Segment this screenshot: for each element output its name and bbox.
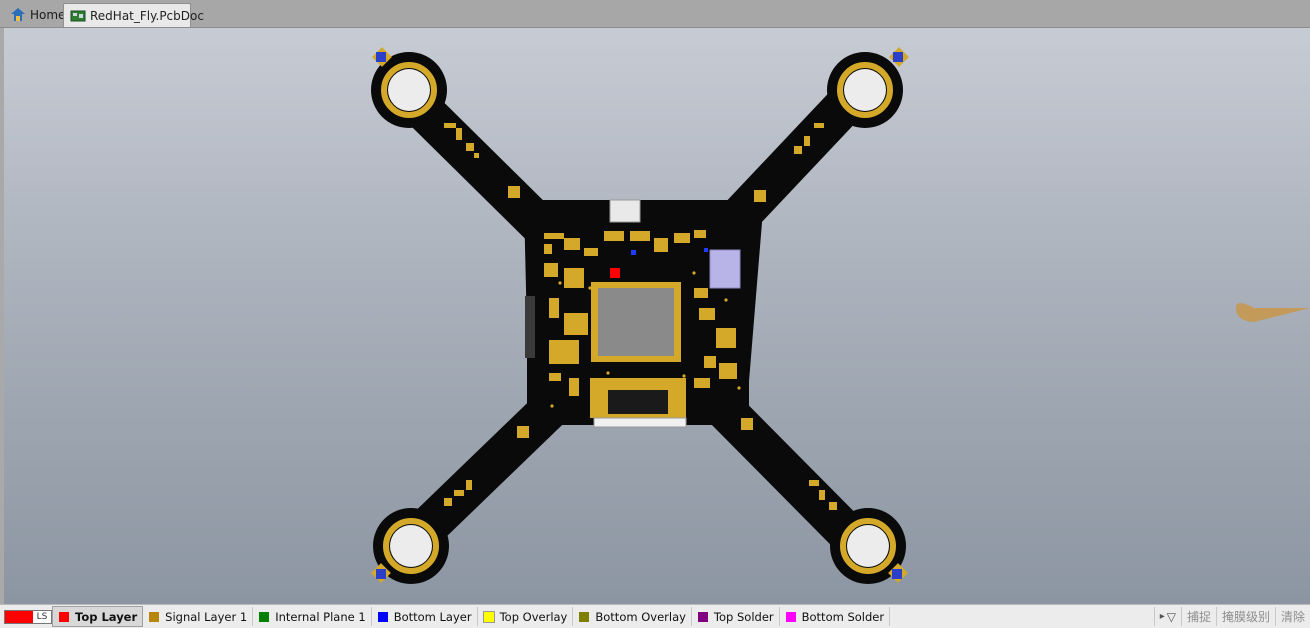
current-layer-code: LS <box>36 611 48 622</box>
layer-color-icon <box>149 611 160 622</box>
layer-scroll-filter-button[interactable]: ▸ ▽ <box>1153 607 1181 626</box>
layer-color-icon <box>259 611 270 622</box>
layer-tab-bottom-overlay[interactable]: Bottom Overlay <box>573 607 692 626</box>
layer-color-icon <box>697 611 708 622</box>
battery-connector <box>709 249 741 289</box>
layer-tab-top-overlay[interactable]: Top Overlay <box>478 607 574 626</box>
layer-label: Bottom Solder <box>801 609 885 624</box>
pcb-editor-canvas[interactable] <box>4 28 1310 604</box>
layer-tab-signal-layer-1[interactable]: Signal Layer 1 <box>143 607 254 626</box>
side-connector <box>525 296 535 358</box>
layer-label: Bottom Layer <box>393 609 472 624</box>
layer-color-icon <box>579 611 590 622</box>
document-tab-bar: Home RedHat_Fly.PcbDoc <box>0 0 1310 28</box>
layer-label: Internal Plane 1 <box>275 609 366 624</box>
layer-tab-internal-plane-1[interactable]: Internal Plane 1 <box>253 607 372 626</box>
current-layer-swatch <box>5 610 33 623</box>
pcb-document-icon <box>70 8 86 24</box>
current-layer-indicator[interactable]: LS <box>4 609 52 624</box>
layer-tab-top-layer[interactable]: Top Layer <box>52 606 144 627</box>
bottom-connector <box>590 378 687 428</box>
layer-bar-controls: ▸ ▽ 捕捉 掩膜级别 清除 <box>1153 605 1310 628</box>
filter-icon: ▽ <box>1166 609 1176 624</box>
tab-pcb-document[interactable]: RedHat_Fly.PcbDoc <box>63 3 204 27</box>
usb-connector <box>609 199 641 223</box>
mcu-chip <box>591 282 681 362</box>
layer-label: Top Solder <box>713 609 774 624</box>
layer-color-icon <box>377 611 388 622</box>
layer-label: Signal Layer 1 <box>165 609 248 624</box>
layer-color-icon <box>785 611 796 622</box>
pcb-board-view <box>371 47 1310 584</box>
layer-tab-bottom-solder[interactable]: Bottom Solder <box>780 607 891 626</box>
scroll-arrows-icon: ▸ <box>1159 611 1165 622</box>
snap-button[interactable]: 捕捉 <box>1180 607 1216 626</box>
layer-label: Top Overlay <box>499 609 568 624</box>
layer-tab-top-solder[interactable]: Top Solder <box>692 607 780 626</box>
layer-label: Bottom Overlay <box>595 609 686 624</box>
layer-tab-bar: LS Top Layer Signal Layer 1 Internal Pla… <box>0 604 1310 628</box>
home-icon <box>10 7 26 23</box>
layer-color-icon <box>482 610 495 623</box>
layer-tab-bottom-layer[interactable]: Bottom Layer <box>372 607 478 626</box>
tab-pcb-document-label: RedHat_Fly.PcbDoc <box>90 8 204 23</box>
layer-color-icon <box>59 611 69 622</box>
mask-level-button[interactable]: 掩膜级别 <box>1215 607 1275 626</box>
tab-home-label: Home <box>30 8 66 22</box>
layer-label: Top Layer <box>75 609 138 624</box>
tab-home[interactable]: Home <box>4 3 66 27</box>
clear-button[interactable]: 清除 <box>1274 607 1310 626</box>
cursor-icon <box>1236 303 1310 322</box>
